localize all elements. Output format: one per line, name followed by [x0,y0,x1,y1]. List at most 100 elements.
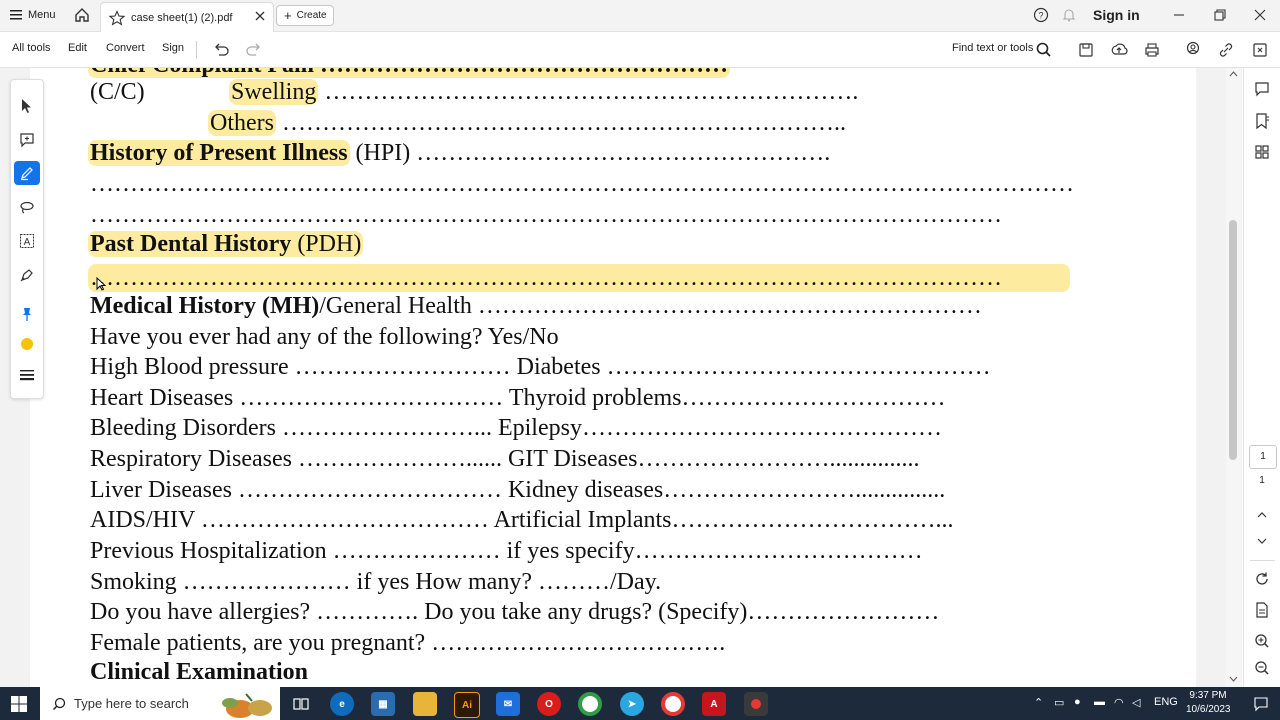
upload-icon[interactable] [1109,40,1129,60]
task-view-icon[interactable] [289,692,313,716]
opera-icon[interactable]: O [537,692,561,716]
file-explorer-icon[interactable] [413,692,437,716]
document-properties-icon[interactable] [1253,601,1271,619]
taskbar-search[interactable]: Type here to search [40,687,280,720]
clock-date: 10/6/2023 [1186,704,1231,715]
close-tab-icon[interactable] [253,9,267,23]
color-dot-icon [21,338,33,350]
sign-tool[interactable] [17,265,37,285]
home-icon[interactable] [72,6,92,24]
pumpkin-decoration-icon [222,693,272,718]
panel-toggle-icon[interactable] [1250,40,1270,60]
menu-button[interactable]: Menu [10,6,56,24]
pdh-line: Past Dental History (PDH) [88,230,364,258]
tray-chevron-icon[interactable]: ⌃ [1034,696,1043,709]
chrome-profile-icon[interactable] [661,692,685,716]
bookmark-icon[interactable] [1253,112,1271,130]
refresh-icon[interactable] [1253,570,1271,588]
thumbnails-icon[interactable] [1253,143,1271,161]
color-picker[interactable] [17,334,37,354]
pen-icon [21,167,33,181]
medical-history-label: Medical History (MH) [90,293,320,319]
scroll-up-icon[interactable] [1229,71,1238,77]
pdf-page[interactable]: Chief Complaint Pain …………………………………………… (… [30,68,1196,687]
notifications-icon[interactable] [1252,695,1270,713]
comments-icon[interactable] [1253,80,1271,98]
clock[interactable]: 9:37 PM 10/6/2023 [1186,689,1231,717]
undo-icon[interactable] [211,40,231,60]
annotation-toolbar: A [10,79,44,399]
stroke-width-tool[interactable] [17,365,37,385]
sign-in-link[interactable]: Sign in [1093,7,1140,23]
find-text-label[interactable]: Find text or tools [952,42,1033,54]
chrome-icon[interactable] [578,692,602,716]
tab-title: case sheet(1) (2).pdf [131,11,233,24]
share-user-icon[interactable] [1183,40,1203,60]
windows-start-icon[interactable] [10,695,28,713]
battery-icon[interactable]: ▬ [1094,696,1105,708]
all-tools-button[interactable]: All tools [12,42,51,54]
zoom-in-icon[interactable] [1253,632,1271,650]
swelling-label: Swelling [229,79,319,105]
swelling-line: Swelling …………………………………………………………. [229,78,858,106]
star-icon[interactable] [109,9,125,26]
search-icon[interactable] [1034,40,1054,60]
scroll-thumb[interactable] [1229,220,1237,460]
history-question: Have you ever had any of the following? … [90,324,559,350]
acrobat-icon[interactable]: A [702,692,726,716]
hospitalization-line: Previous Hospitalization ………………… if yes … [90,538,923,564]
comment-tool[interactable] [17,130,37,150]
illustrator-icon[interactable]: Ai [454,692,480,718]
link-icon[interactable] [1216,40,1236,60]
recorder-icon[interactable] [744,692,768,716]
highlight-tool[interactable] [14,161,40,185]
hpi-label: History of Present Illness [88,140,350,166]
wifi-icon[interactable]: ◠ [1114,696,1124,709]
edit-button[interactable]: Edit [68,42,87,54]
others-line: Others …………………………………………………………….. [208,109,846,137]
save-icon[interactable] [1076,40,1096,60]
liver-kidney-line: Liver Diseases …………………………… Kidney diseas… [90,477,946,503]
document-tab[interactable]: case sheet(1) (2).pdf [100,2,274,32]
pointer-icon [22,99,31,113]
lasso-tool[interactable] [17,197,37,217]
vertical-scrollbar[interactable] [1226,68,1241,687]
print-icon[interactable] [1142,40,1162,60]
bleeding-epilepsy-line: Bleeding Disorders ……………………... Epilepsy…… [90,415,942,441]
pin-tool[interactable] [17,304,37,324]
bell-icon[interactable] [1061,7,1077,23]
create-button[interactable]: + Create [276,5,334,26]
store-icon[interactable]: ▦ [371,692,395,716]
select-tool[interactable] [17,96,37,116]
minimize-icon[interactable] [1170,6,1188,24]
lines-icon [20,370,34,381]
scroll-down-icon[interactable] [1229,676,1238,682]
toolbar-divider [196,41,197,59]
language-indicator[interactable]: ENG [1154,696,1178,708]
chief-complaint-label: Chief Complaint Pain …………………………………………… [88,68,731,78]
previous-page-icon[interactable] [1253,506,1271,524]
title-bar: Menu case sheet(1) (2).pdf + Create ? Si… [0,0,1280,32]
pregnancy-line: Female patients, are you pregnant? ……………… [90,630,726,656]
current-page-field[interactable]: 1 [1249,445,1277,469]
svg-text:?: ? [1038,11,1043,21]
text-box-tool[interactable]: A [17,231,37,251]
edge-icon[interactable]: e [330,692,354,716]
swelling-dots: …………………………………………………………. [324,79,859,105]
sign-button[interactable]: Sign [162,42,184,54]
restore-icon[interactable] [1211,6,1229,24]
zoom-out-icon[interactable] [1253,659,1271,677]
mail-icon[interactable]: ✉ [496,692,520,716]
redo-icon[interactable] [244,40,264,60]
next-page-icon[interactable] [1253,532,1271,550]
close-window-icon[interactable] [1251,6,1269,24]
convert-button[interactable]: Convert [106,42,145,54]
help-icon[interactable]: ? [1033,7,1049,23]
cursor-icon [96,277,106,291]
telegram-icon[interactable]: ➤ [620,692,644,716]
search-icon [52,697,66,710]
volume-icon[interactable]: ◁ [1132,696,1140,709]
meet-now-icon[interactable]: ▭ [1054,696,1064,709]
microphone-icon[interactable]: ● [1074,696,1081,708]
smoking-line: Smoking ………………… if yes How many? ………/Day… [90,569,662,595]
